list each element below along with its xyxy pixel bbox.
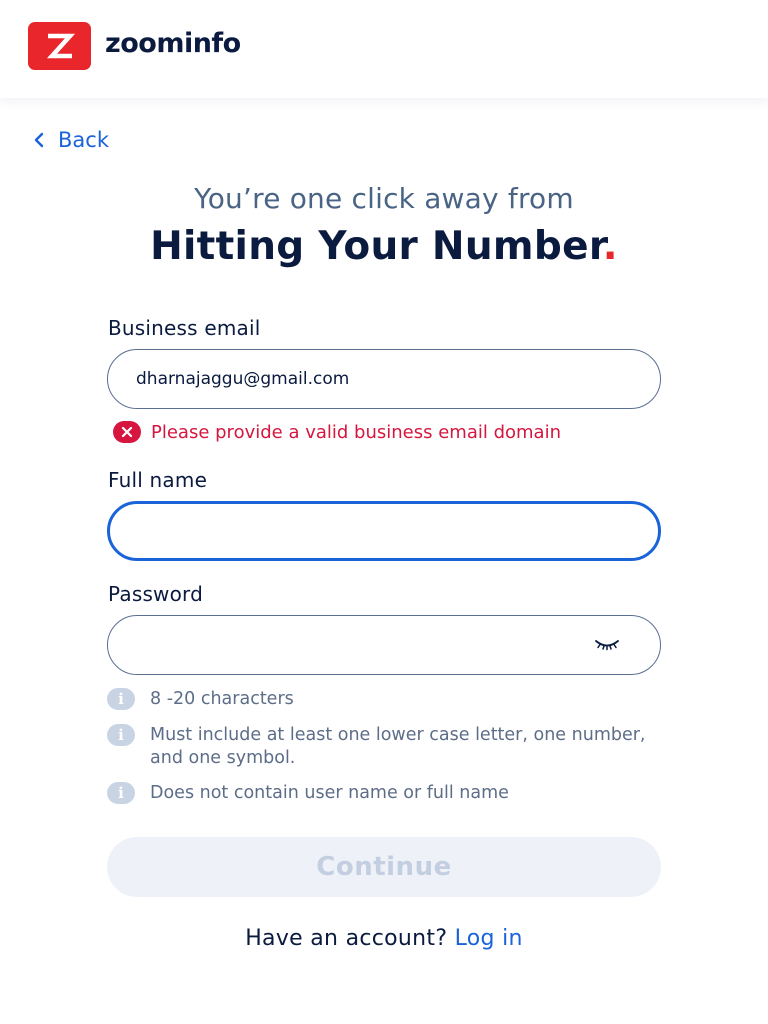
- full-name-field[interactable]: [110, 504, 658, 558]
- chevron-left-icon: [34, 132, 44, 148]
- zoominfo-logo-icon[interactable]: [28, 22, 91, 70]
- login-link[interactable]: Log in: [455, 926, 523, 951]
- brand-name: zoominfo: [105, 28, 241, 59]
- headline-dot: .: [602, 224, 618, 269]
- password-rule-text: Must include at least one lower case let…: [150, 725, 646, 768]
- login-prompt: Have an account? Log in: [0, 926, 768, 951]
- page-title: Hitting Your Number.: [0, 224, 768, 269]
- error-x-icon: [113, 421, 141, 443]
- continue-button[interactable]: Continue: [107, 837, 661, 897]
- info-icon: i: [107, 688, 135, 710]
- back-label: Back: [58, 128, 109, 152]
- password-rule: i Must include at least one lower case l…: [107, 724, 667, 770]
- app-header: zoominfo: [0, 0, 768, 98]
- email-error-text: Please provide a valid business email do…: [151, 421, 561, 443]
- back-link[interactable]: Back: [34, 126, 109, 154]
- full-name-field-wrapper: [107, 501, 661, 561]
- eye-closed-icon[interactable]: [594, 638, 620, 652]
- password-label: Password: [108, 582, 204, 606]
- email-field-wrapper: [107, 349, 661, 409]
- password-field[interactable]: [108, 616, 660, 674]
- page-subtitle: You’re one click away from: [194, 182, 574, 215]
- password-rule-text: 8 -20 characters: [150, 689, 294, 709]
- password-rule: i 8 -20 characters: [107, 688, 667, 711]
- email-label: Business email: [108, 316, 261, 340]
- email-error: Please provide a valid business email do…: [113, 420, 561, 444]
- password-rule: i Does not contain user name or full nam…: [107, 782, 667, 805]
- info-icon: i: [107, 724, 135, 746]
- info-icon: i: [107, 782, 135, 804]
- full-name-label: Full name: [108, 468, 208, 492]
- login-prompt-text: Have an account?: [245, 926, 448, 951]
- email-field[interactable]: [108, 350, 660, 408]
- password-field-wrapper: [107, 615, 661, 675]
- password-rule-text: Does not contain user name or full name: [150, 783, 509, 803]
- headline-text: Hitting Your Number: [150, 224, 603, 269]
